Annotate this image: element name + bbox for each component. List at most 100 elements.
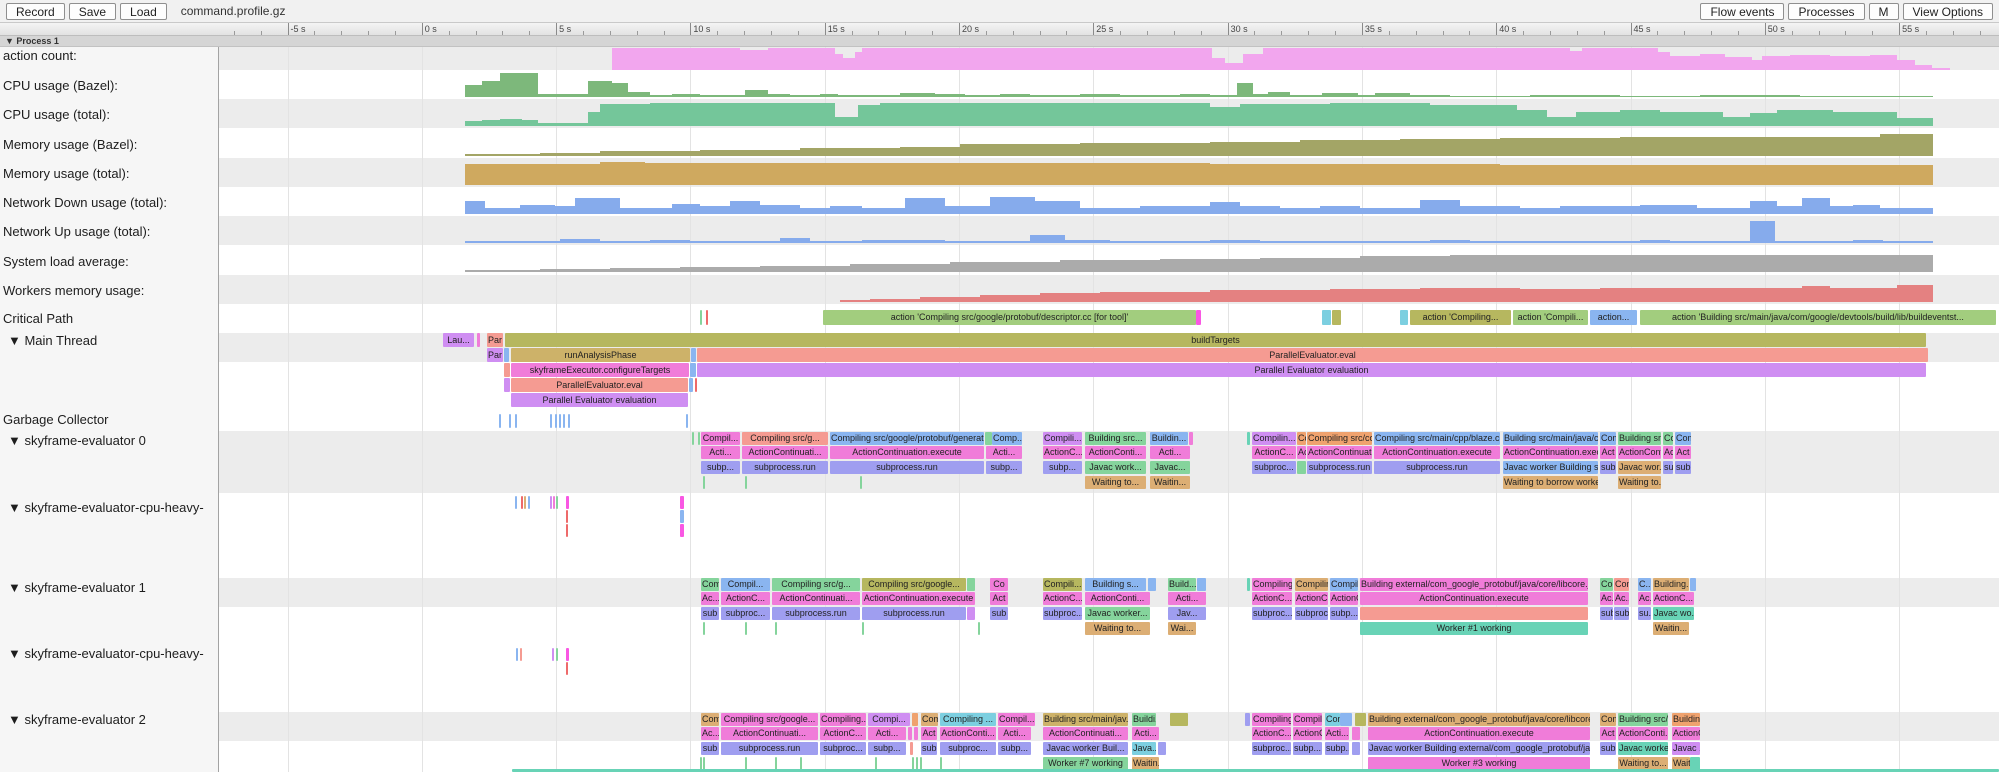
main-thread-event[interactable] xyxy=(691,348,696,362)
garbage-collector-event[interactable] xyxy=(555,414,557,428)
skyframe-evaluator-2-event[interactable]: Acti... xyxy=(1132,727,1159,740)
skyframe-evaluator-2-event[interactable]: ActionConti... xyxy=(1618,727,1668,740)
skyframe-evaluator-2-event[interactable] xyxy=(1158,742,1166,755)
skyframe-evaluator-1-event[interactable]: Compil... xyxy=(721,578,770,591)
skyframe-evaluator-1-event[interactable]: subproc... xyxy=(721,607,770,620)
garbage-collector-event[interactable] xyxy=(509,414,511,428)
flow-events-button[interactable]: Flow events xyxy=(1700,3,1784,20)
skyframe-evaluator-1-event[interactable]: Build... xyxy=(1168,578,1196,591)
skyframe-evaluator-cpu-heavy-a-event[interactable] xyxy=(566,510,568,523)
skyframe-evaluator-2-event[interactable]: ActionC... xyxy=(1672,727,1700,740)
garbage-collector-event[interactable] xyxy=(559,414,561,428)
skyframe-evaluator-1-event[interactable]: Com xyxy=(1600,578,1613,591)
skyframe-evaluator-2-event[interactable]: subp... xyxy=(1325,742,1349,755)
skyframe-evaluator-1-event[interactable]: Building s... xyxy=(1085,578,1146,591)
critical-path-event[interactable] xyxy=(700,310,702,325)
skyframe-evaluator-2-event[interactable]: Acti... xyxy=(1325,727,1349,740)
skyframe-evaluator-1-event[interactable]: ActionC... xyxy=(1043,592,1082,605)
skyframe-evaluator-1-event[interactable]: subproc... xyxy=(1295,607,1328,620)
sidebar-item-skyframe-evaluator-cpu-heavy-b[interactable]: ▼ skyframe-evaluator-cpu-heavy- xyxy=(8,646,204,661)
skyframe-evaluator-0-event[interactable]: Acti... xyxy=(701,446,740,459)
metadata-button[interactable]: M xyxy=(1869,3,1899,20)
skyframe-evaluator-2-event[interactable]: Acti... xyxy=(868,727,906,740)
skyframe-evaluator-0-event[interactable] xyxy=(703,476,705,489)
skyframe-evaluator-0-event[interactable]: Com xyxy=(1675,432,1691,445)
skyframe-evaluator-0-event[interactable]: sub xyxy=(1600,461,1616,474)
main-thread-event[interactable]: Par xyxy=(487,348,503,362)
skyframe-evaluator-1-event[interactable]: Waitin... xyxy=(1653,622,1689,635)
skyframe-evaluator-2-event[interactable]: ActionConti... xyxy=(940,727,996,740)
skyframe-evaluator-1-event[interactable]: Waiting to... xyxy=(1085,622,1150,635)
skyframe-evaluator-0-event[interactable]: ActionConti... xyxy=(1618,446,1661,459)
sidebar-item-skyframe-evaluator-2[interactable]: ▼ skyframe-evaluator 2 xyxy=(8,712,146,727)
main-thread-event[interactable] xyxy=(689,378,693,392)
skyframe-evaluator-1-event[interactable] xyxy=(978,622,980,635)
skyframe-evaluator-1-event[interactable]: Ac... xyxy=(701,592,719,605)
skyframe-evaluator-0-event[interactable]: Building src... xyxy=(1618,432,1661,445)
skyframe-evaluator-0-event[interactable]: Javac worker Building s... xyxy=(1503,461,1598,474)
skyframe-evaluator-2-event[interactable]: subproc... xyxy=(940,742,996,755)
skyframe-evaluator-1-event[interactable]: sub xyxy=(1614,607,1629,620)
skyframe-evaluator-0-event[interactable] xyxy=(1189,432,1193,445)
garbage-collector-event[interactable] xyxy=(499,414,501,428)
skyframe-evaluator-2-event[interactable]: Javac worker Building external/com_googl… xyxy=(1368,742,1590,755)
skyframe-evaluator-0-event[interactable] xyxy=(860,476,862,489)
main-thread-event[interactable]: ParallelEvaluator.eval xyxy=(697,348,1928,362)
main-thread-event[interactable] xyxy=(504,363,510,377)
critical-path-event[interactable] xyxy=(1196,310,1201,325)
skyframe-evaluator-2-event[interactable] xyxy=(1340,713,1352,726)
skyframe-evaluator-0-event[interactable]: Compilin... xyxy=(1252,432,1296,445)
main-thread-event[interactable] xyxy=(504,348,509,362)
skyframe-evaluator-1-event[interactable]: ActionContinuation.execute xyxy=(862,592,975,605)
critical-path-event[interactable]: action 'Compiling src/google/protobuf/de… xyxy=(823,310,1196,325)
skyframe-evaluator-0-event[interactable]: Co xyxy=(1663,432,1673,445)
skyframe-evaluator-2-event[interactable]: sub xyxy=(921,742,937,755)
skyframe-evaluator-2-event[interactable]: subp... xyxy=(998,742,1031,755)
skyframe-evaluator-2-event[interactable]: Compil... xyxy=(1293,713,1322,726)
skyframe-evaluator-0-event[interactable]: ActionC... xyxy=(1043,446,1082,459)
critical-path-event[interactable]: action 'Compili... xyxy=(1513,310,1588,325)
skyframe-evaluator-0-event[interactable]: ActionContinuati... xyxy=(1307,446,1372,459)
skyframe-evaluator-0-event[interactable]: Javac wor... xyxy=(1618,461,1661,474)
main-thread-event[interactable]: ParallelEvaluator.eval xyxy=(511,378,688,392)
skyframe-evaluator-1-event[interactable]: Javac wo... xyxy=(1653,607,1694,620)
skyframe-evaluator-1-event[interactable]: Jav... xyxy=(1168,607,1206,620)
critical-path-event[interactable]: action... xyxy=(1590,310,1637,325)
skyframe-evaluator-0-event[interactable]: subprocess.run xyxy=(1307,461,1372,474)
skyframe-evaluator-2-event[interactable]: Javac ... xyxy=(1672,742,1700,755)
skyframe-evaluator-2-event[interactable] xyxy=(1355,713,1366,726)
main-thread-event[interactable]: Parallel Evaluator evaluation xyxy=(511,393,688,407)
skyframe-evaluator-2-event[interactable]: subprocess.run xyxy=(721,742,818,755)
skyframe-evaluator-2-event[interactable]: subp... xyxy=(1293,742,1322,755)
skyframe-evaluator-0-event[interactable]: subprocess.run xyxy=(742,461,828,474)
main-thread-event[interactable]: Par xyxy=(487,333,503,347)
main-thread-event[interactable]: runAnalysisPhase xyxy=(511,348,690,362)
skyframe-evaluator-0-event[interactable]: sub xyxy=(1675,461,1691,474)
skyframe-evaluator-1-event[interactable] xyxy=(703,622,705,635)
skyframe-evaluator-1-event[interactable]: Javac worker... xyxy=(1085,607,1150,620)
critical-path-event[interactable] xyxy=(1322,310,1331,325)
skyframe-evaluator-cpu-heavy-a-event[interactable] xyxy=(515,496,517,509)
load-button[interactable]: Load xyxy=(120,3,167,20)
skyframe-evaluator-2-event[interactable]: Com... xyxy=(1325,713,1340,726)
skyframe-evaluator-cpu-heavy-a-event[interactable] xyxy=(528,496,530,509)
skyframe-evaluator-0-event[interactable]: Javac work... xyxy=(1085,461,1146,474)
skyframe-evaluator-2-event[interactable]: Building src/ma... xyxy=(1618,713,1668,726)
skyframe-evaluator-0-event[interactable]: Act xyxy=(1675,446,1691,459)
skyframe-evaluator-cpu-heavy-a-event[interactable] xyxy=(521,496,523,509)
skyframe-evaluator-2-event[interactable]: Act xyxy=(1600,727,1616,740)
skyframe-evaluator-1-event[interactable]: ActionConti... xyxy=(1085,592,1150,605)
skyframe-evaluator-1-event[interactable]: ActionContinuation.execute xyxy=(1360,592,1588,605)
skyframe-evaluator-1-event[interactable]: sub xyxy=(990,607,1008,620)
skyframe-evaluator-0-event[interactable] xyxy=(692,432,694,445)
main-thread-event[interactable]: Parallel Evaluator evaluation xyxy=(697,363,1926,377)
skyframe-evaluator-0-event[interactable] xyxy=(698,432,700,445)
sidebar-item-main-thread[interactable]: ▼ Main Thread xyxy=(8,333,97,348)
skyframe-evaluator-cpu-heavy-b-event[interactable] xyxy=(516,648,518,661)
skyframe-evaluator-1-event[interactable]: subprocess.run xyxy=(862,607,966,620)
skyframe-evaluator-0-event[interactable]: Compiling src/core/... xyxy=(1307,432,1372,445)
skyframe-evaluator-1-event[interactable]: Act xyxy=(990,592,1008,605)
skyframe-evaluator-0-event[interactable]: sub xyxy=(1663,461,1673,474)
skyframe-evaluator-cpu-heavy-a-event[interactable] xyxy=(680,496,684,509)
skyframe-evaluator-cpu-heavy-a-event[interactable] xyxy=(566,524,568,537)
